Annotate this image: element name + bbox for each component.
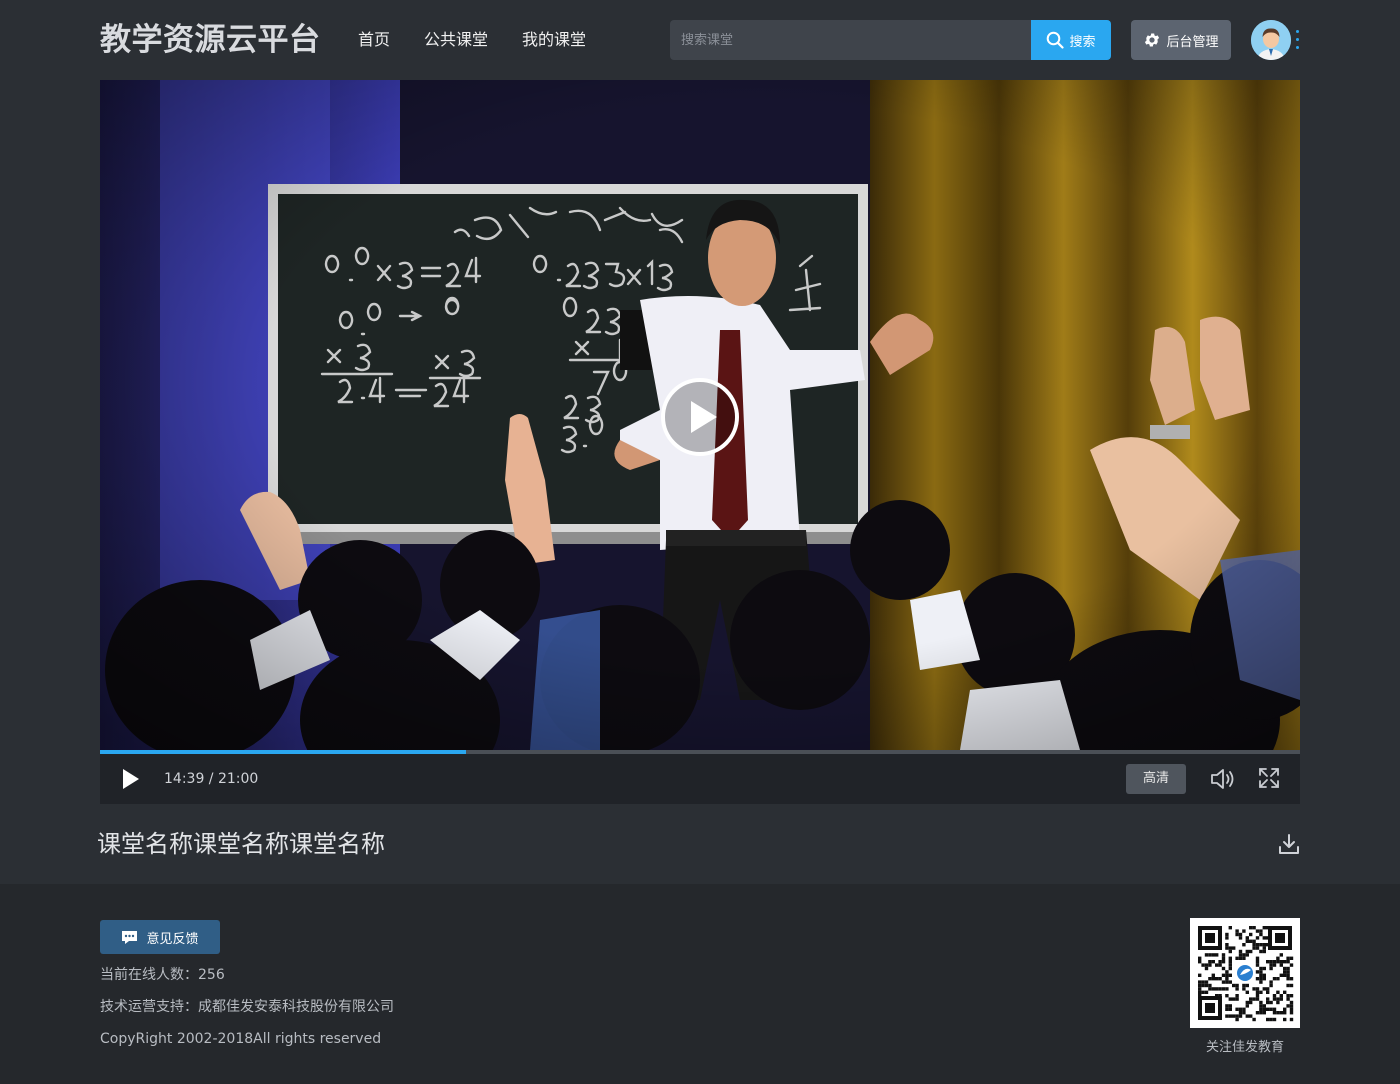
user-avatar-icon <box>1251 20 1291 60</box>
play-icon[interactable] <box>120 768 140 790</box>
volume-icon[interactable] <box>1210 767 1236 791</box>
player-controls: 14:39 / 21:00 高清 <box>100 754 1300 804</box>
search-button[interactable]: 搜索 <box>1031 20 1111 60</box>
nav-home[interactable]: 首页 <box>358 28 390 52</box>
search-bar: 搜索 <box>670 20 1111 60</box>
tech-support-text: 技术运营支持：成都佳发安泰科技股份有限公司 <box>100 999 394 1015</box>
download-icon[interactable] <box>1278 833 1300 855</box>
feedback-button-label: 意见反馈 <box>146 931 199 947</box>
main-nav: 首页 公共课堂 我的课堂 <box>358 28 620 52</box>
qr-caption: 关注佳发教育 <box>1205 1040 1284 1055</box>
video-player: 14:39 / 21:00 高清 <box>100 80 1300 804</box>
qr-code <box>1190 918 1300 1028</box>
fullscreen-icon[interactable] <box>1258 767 1280 789</box>
chat-icon <box>122 930 138 944</box>
gear-icon <box>1145 33 1160 47</box>
admin-button-label: 后台管理 <box>1166 34 1219 50</box>
search-input[interactable] <box>670 20 1031 60</box>
site-logo[interactable]: 教学资源云平台 <box>100 18 321 62</box>
lesson-title: 课堂名称课堂名称课堂名称 <box>97 830 385 858</box>
video-frame[interactable] <box>100 80 1300 750</box>
avatar[interactable] <box>1251 20 1291 60</box>
top-bar: 教学资源云平台 首页 公共课堂 我的课堂 搜索 后台管理 <box>0 0 1400 80</box>
admin-button[interactable]: 后台管理 <box>1131 20 1231 60</box>
quality-button[interactable]: 高清 <box>1126 764 1186 794</box>
copyright-text: CopyRight 2002-2018All rights reserved <box>100 1031 382 1047</box>
play-overlay-icon[interactable] <box>660 377 740 457</box>
search-icon <box>1047 31 1065 49</box>
search-button-label: 搜索 <box>1069 34 1096 50</box>
footer: 意见反馈 当前在线人数：256 技术运营支持：成都佳发安泰科技股份有限公司 Co… <box>0 884 1400 1084</box>
nav-my-classroom[interactable]: 我的课堂 <box>522 28 586 52</box>
time-display: 14:39 / 21:00 <box>164 771 259 787</box>
more-menu-icon[interactable] <box>1293 30 1301 54</box>
feedback-button[interactable]: 意见反馈 <box>100 920 220 954</box>
nav-public-classroom[interactable]: 公共课堂 <box>424 28 488 52</box>
online-users-count: 当前在线人数：256 <box>100 967 225 983</box>
